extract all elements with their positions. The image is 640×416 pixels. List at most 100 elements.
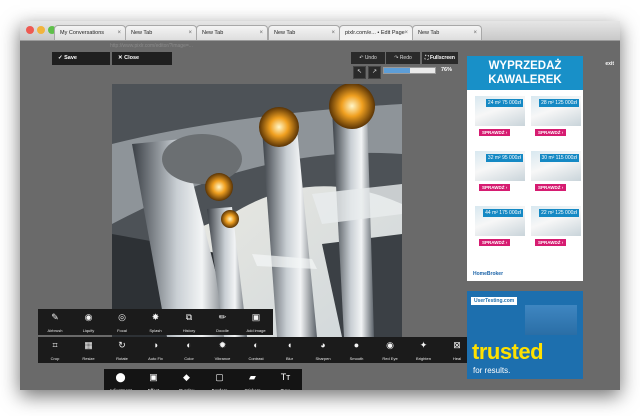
ad-listing[interactable]: 44 m² 175 000zł SPRAWDŹ › [475, 206, 525, 256]
listing-check-button[interactable]: SPRAWDŹ › [535, 184, 567, 191]
auto-fix-icon: ◑ [152, 340, 159, 350]
zoom-slider[interactable] [383, 67, 436, 74]
doodle-icon: ✏ [218, 312, 227, 322]
tool-doodle[interactable]: ✏ Doodle [205, 309, 240, 335]
close-label: Close [124, 55, 140, 61]
category-overlay[interactable]: ◆ Overlay [170, 369, 203, 390]
tool-label: Adjustment [104, 388, 137, 390]
ad-listing[interactable]: 30 m² 115 000zł SPRAWDŹ › [531, 151, 581, 201]
brighten-icon: ✦ [419, 340, 428, 350]
close-button[interactable]: ✕ Close [112, 52, 172, 65]
close-window-button[interactable] [26, 26, 34, 34]
canvas-photo[interactable] [112, 84, 402, 337]
ad-listing[interactable]: 24 m² 75 000zł SPRAWDŹ › [475, 96, 525, 146]
borders-icon: ▢ [215, 372, 224, 382]
ad-banner-kawalerek[interactable]: WYPRZEDAŻ KAWALEREK 24 m² 75 000zł SPRAWD… [467, 56, 583, 281]
collapse-icon: ↗ [371, 69, 378, 75]
tool-label: Color [184, 356, 194, 361]
listing-check-button[interactable]: SPRAWDŹ › [535, 239, 567, 246]
tool-label: Doodle [216, 328, 229, 333]
close-tab-icon[interactable]: × [188, 26, 192, 40]
save-button[interactable]: ✓ Save [52, 52, 110, 65]
tab-new-tab-1[interactable]: New Tab × [125, 25, 197, 40]
effect-icon: ▣ [149, 372, 158, 382]
tool-sharpen[interactable]: ◕ Sharpen [306, 337, 340, 363]
tool-resize[interactable]: ▦ Resize [71, 337, 106, 363]
tool-blur[interactable]: ◖ Blur [272, 337, 307, 363]
category-type[interactable]: Tт Type [269, 369, 302, 390]
listing-check-button[interactable]: SPRAWDŹ › [535, 129, 567, 136]
tool-label: Vibrance [214, 356, 231, 361]
close-tab-icon[interactable]: × [259, 26, 263, 40]
tab-edit-page[interactable]: pixlr.com/e... • Edit Page × [339, 25, 413, 40]
contrast-icon: ◐ [253, 340, 259, 350]
tool-history[interactable]: ⧉ History [172, 309, 206, 335]
tool-label: Crop [50, 356, 60, 361]
listing-check-button[interactable]: SPRAWDŹ › [479, 129, 511, 136]
actual-size-button[interactable]: ↗ [368, 66, 381, 79]
listing-price: 44 m² 175 000zł [483, 209, 523, 217]
ad-logo: UserTesting.com [471, 297, 518, 305]
fullscreen-button[interactable]: ⛶ Fullscreen [422, 52, 458, 64]
exit-button[interactable]: exit [605, 61, 614, 67]
fit-screen-button[interactable]: ↖ [353, 66, 366, 79]
ad-listing[interactable]: 22 m² 125 000zł SPRAWDŹ › [531, 206, 581, 256]
add-image-icon: ▣ [251, 312, 261, 322]
tool-rotate[interactable]: ↻ Rotate [105, 337, 139, 363]
listing-price: 30 m² 115 000zł [539, 154, 579, 162]
tool-vibrance[interactable]: ✹ Vibrance [205, 337, 240, 363]
listing-check-button[interactable]: SPRAWDŹ › [479, 184, 511, 191]
focal-icon: ◎ [118, 312, 126, 322]
tool-add-image[interactable]: ▣ Add image [239, 309, 273, 335]
tab-title: pixlr.com/e... • Edit Page [345, 30, 405, 36]
type-icon: Tт [280, 372, 291, 382]
tool-liquify[interactable]: ◉ Liquify [71, 309, 106, 335]
undo-button[interactable]: ↶ Undo [351, 52, 385, 64]
tool-contrast[interactable]: ◐ Contrast [239, 337, 273, 363]
tab-title: New Tab [202, 30, 224, 36]
zoom-slider-fill [384, 68, 410, 73]
tab-new-tab-2[interactable]: New Tab × [196, 25, 268, 40]
category-effect[interactable]: ▣ Effect [137, 369, 170, 390]
ad-brand: HomeBroker [473, 271, 504, 277]
tab-my-conversations[interactable]: My Conversations × [54, 25, 126, 40]
ad-listing[interactable]: 28 m² 125 000zł SPRAWDŹ › [531, 96, 581, 146]
tool-crop[interactable]: ⌗ Crop [38, 337, 72, 363]
tool-label: Borders [203, 388, 236, 390]
tool-splash[interactable]: ✸ Splash [138, 309, 173, 335]
tab-new-tab-4[interactable]: New Tab × [412, 25, 482, 40]
tool-label: Resize [82, 356, 95, 361]
tool-smooth[interactable]: ● Smooth [339, 337, 374, 363]
tool-label: Type [269, 388, 302, 390]
tool-label: Sharpen [315, 356, 331, 361]
tool-label: Smooth [349, 356, 364, 361]
ad-banner-usertesting[interactable]: UserTesting.com trusted for results. [467, 291, 583, 379]
close-tab-icon[interactable]: × [473, 26, 477, 40]
tool-label: Auto Fix [148, 356, 163, 361]
redo-button[interactable]: ↷ Redo [386, 52, 420, 64]
splash-icon: ✸ [151, 312, 160, 322]
listing-price: 24 m² 75 000zł [485, 99, 523, 107]
tool-label: Airbrush [47, 328, 63, 333]
tool-focal[interactable]: ◎ Focal [105, 309, 139, 335]
minimize-window-button[interactable] [37, 26, 45, 34]
category-stickers[interactable]: ▰ Stickers [236, 369, 269, 390]
close-tab-icon[interactable]: × [404, 26, 408, 40]
close-tab-icon[interactable]: × [331, 26, 335, 40]
category-adjustment[interactable]: ⬤ Adjustment [104, 369, 137, 390]
tool-auto-fix[interactable]: ◑ Auto Fix [138, 337, 173, 363]
close-tab-icon[interactable]: × [117, 26, 121, 40]
ad-listing[interactable]: 32 m² 95 000zł SPRAWDŹ › [475, 151, 525, 201]
tab-new-tab-3[interactable]: New Tab × [268, 25, 340, 40]
tool-brighten[interactable]: ✦ Brighten [406, 337, 441, 363]
tool-label: Overlay [170, 388, 203, 390]
tool-label: Brighten [416, 356, 431, 361]
ad-background-art [525, 305, 577, 335]
tool-airbrush[interactable]: ✎ Airbrush [38, 309, 72, 335]
tool-color[interactable]: ◐ Color [172, 337, 206, 363]
listing-check-button[interactable]: SPRAWDŹ › [479, 239, 511, 246]
blur-icon: ◖ [286, 340, 293, 350]
category-borders[interactable]: ▢ Borders [203, 369, 236, 390]
tool-red-eye[interactable]: ◉ Red Eye [373, 337, 407, 363]
ad-headline-line-2: KAWALEREK [488, 74, 562, 86]
